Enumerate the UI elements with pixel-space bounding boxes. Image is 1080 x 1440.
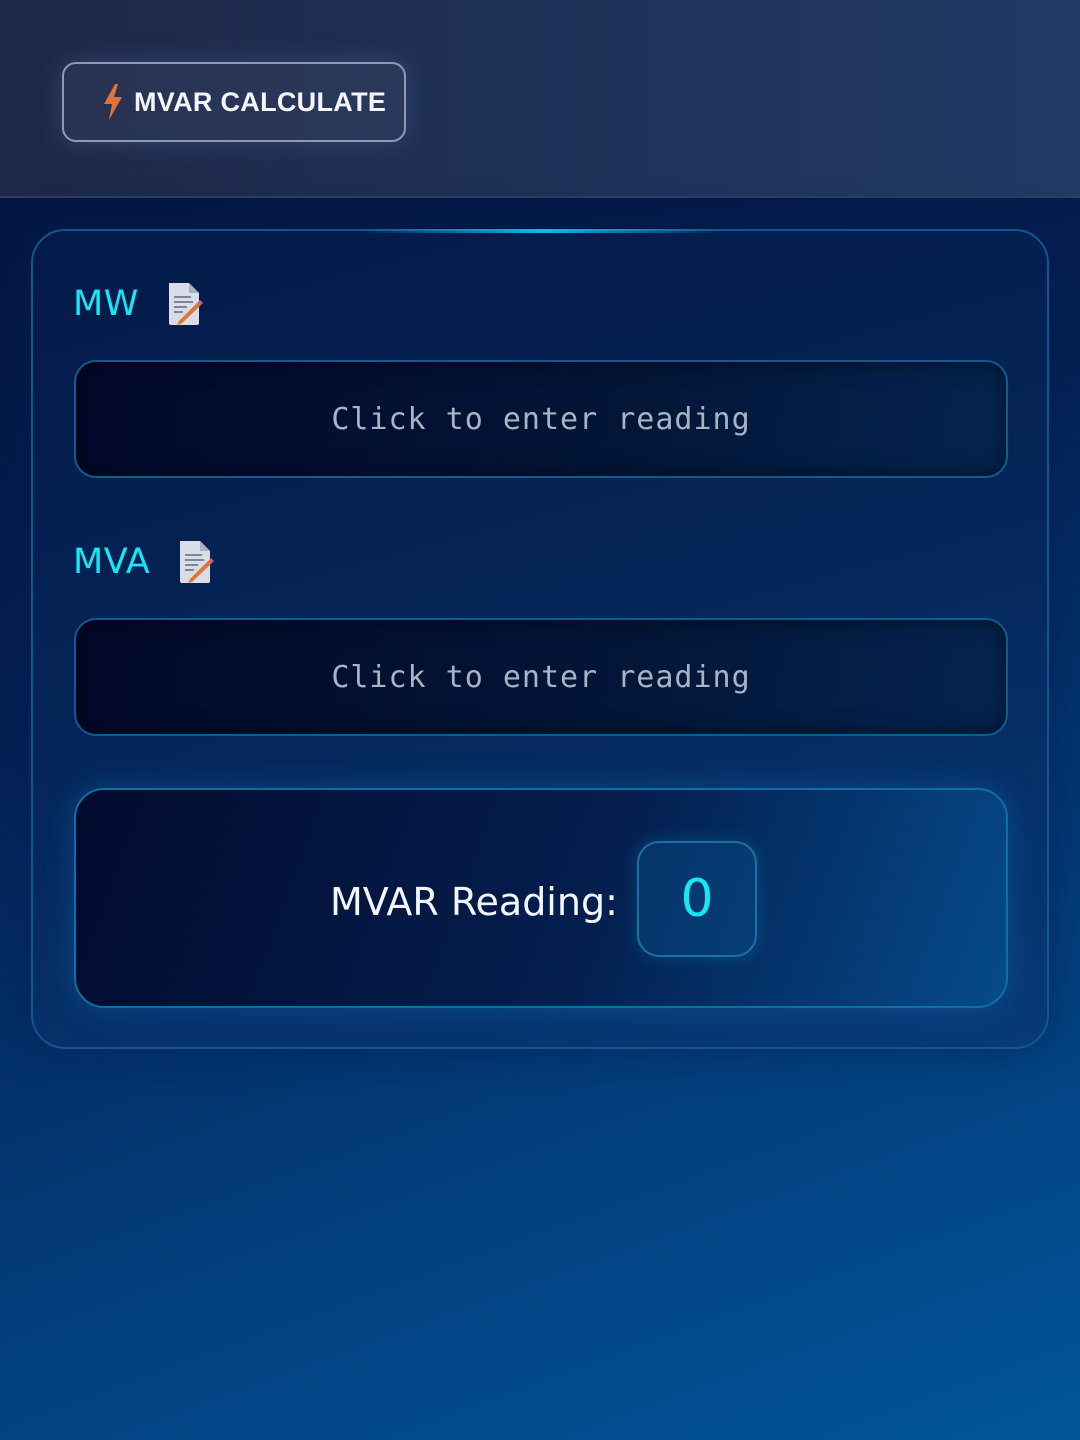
mw-input-placeholder: Click to enter reading: [331, 401, 751, 437]
calculator-panel: MW Click to enter reading MVA Click to e…: [31, 229, 1049, 1049]
mw-input[interactable]: Click to enter reading: [74, 360, 1008, 478]
mw-label: MW: [73, 284, 139, 324]
mva-input-placeholder: Click to enter reading: [331, 659, 751, 695]
mva-input[interactable]: Click to enter reading: [74, 618, 1008, 736]
mvar-calculate-title-button[interactable]: MVAR CALCULATE: [62, 62, 406, 142]
memo-pencil-icon[interactable]: [165, 281, 205, 327]
app-header: MVAR CALCULATE: [0, 0, 1080, 198]
app-title: MVAR CALCULATE: [134, 86, 387, 117]
memo-pencil-icon[interactable]: [176, 539, 216, 585]
mw-label-row: MW: [73, 281, 205, 327]
mva-label-row: MVA: [73, 539, 216, 585]
panel-top-glow: [363, 229, 723, 233]
lightning-bolt-icon: [104, 84, 122, 120]
mvar-reading-value: 0: [637, 841, 757, 957]
mva-label: MVA: [73, 542, 151, 582]
mvar-reading-label: MVAR Reading:: [330, 880, 618, 924]
mvar-result-card: MVAR Reading: 0: [74, 788, 1008, 1008]
